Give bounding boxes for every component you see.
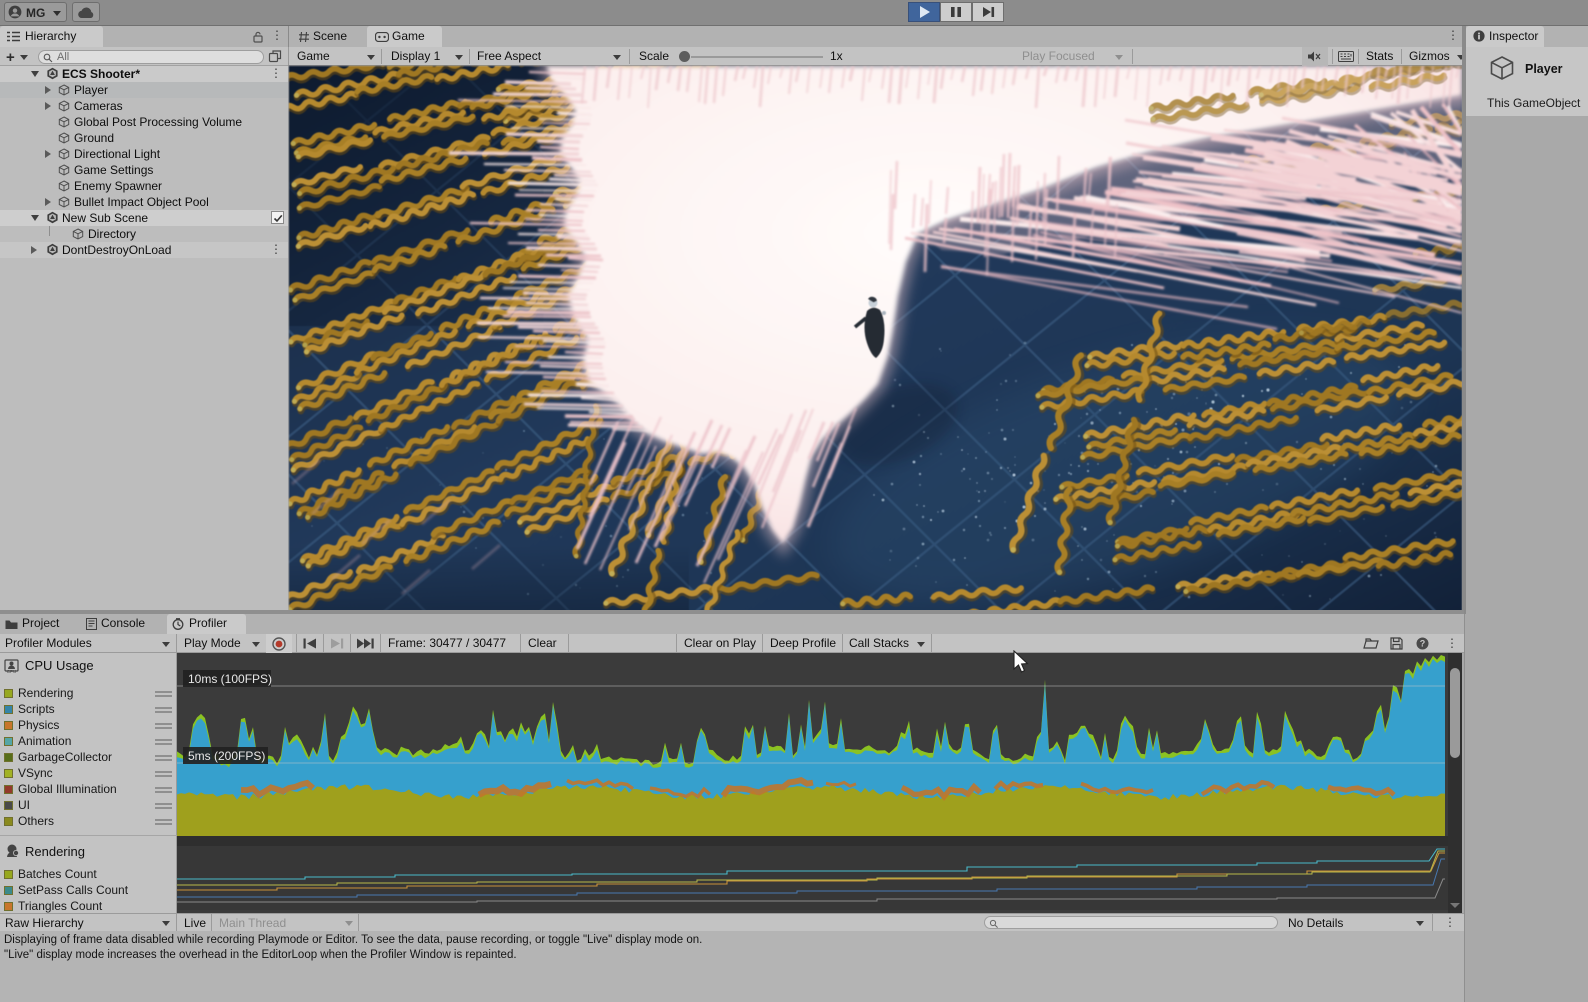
svg-text:CPU: CPU <box>7 669 17 673</box>
svg-text:5ms (200FPS): 5ms (200FPS) <box>188 749 265 763</box>
svg-text:?: ? <box>1420 639 1426 649</box>
svg-text:10ms (100FPS): 10ms (100FPS) <box>188 672 272 686</box>
